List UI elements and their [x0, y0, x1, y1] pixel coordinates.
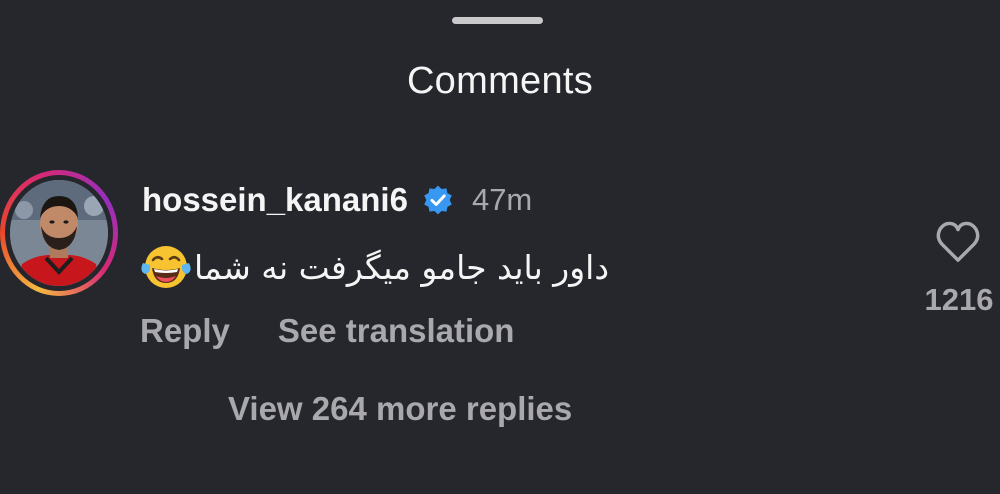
view-replies-button[interactable]: View 264 more replies: [228, 390, 572, 428]
like-count: 1216: [924, 282, 994, 317]
like-section: 1216: [918, 220, 1000, 330]
reply-button[interactable]: Reply: [140, 312, 230, 350]
drag-handle[interactable]: [452, 17, 543, 24]
comment-timestamp: 47m: [471, 182, 533, 217]
face-with-tears-of-joy-icon: [141, 246, 191, 288]
avatar[interactable]: [10, 180, 108, 286]
comment-header: hossein_kanani6 47m: [142, 178, 532, 222]
comment-body: داور باید جامو میگرفت نه شما: [140, 238, 609, 296]
comments-sheet: Comments hossein_kanani6 47m داور باید ج…: [0, 0, 1000, 494]
comment-actions: Reply See translation: [140, 308, 514, 354]
avatar-image: [10, 180, 108, 286]
comment-text: داور باید جامو میگرفت نه شما: [194, 247, 610, 287]
story-ring[interactable]: [0, 170, 118, 296]
heart-icon[interactable]: [935, 220, 981, 264]
see-translation-button[interactable]: See translation: [278, 312, 515, 350]
sheet-title: Comments: [406, 60, 594, 102]
verified-badge-icon: [424, 185, 452, 215]
username[interactable]: hossein_kanani6: [142, 181, 408, 219]
